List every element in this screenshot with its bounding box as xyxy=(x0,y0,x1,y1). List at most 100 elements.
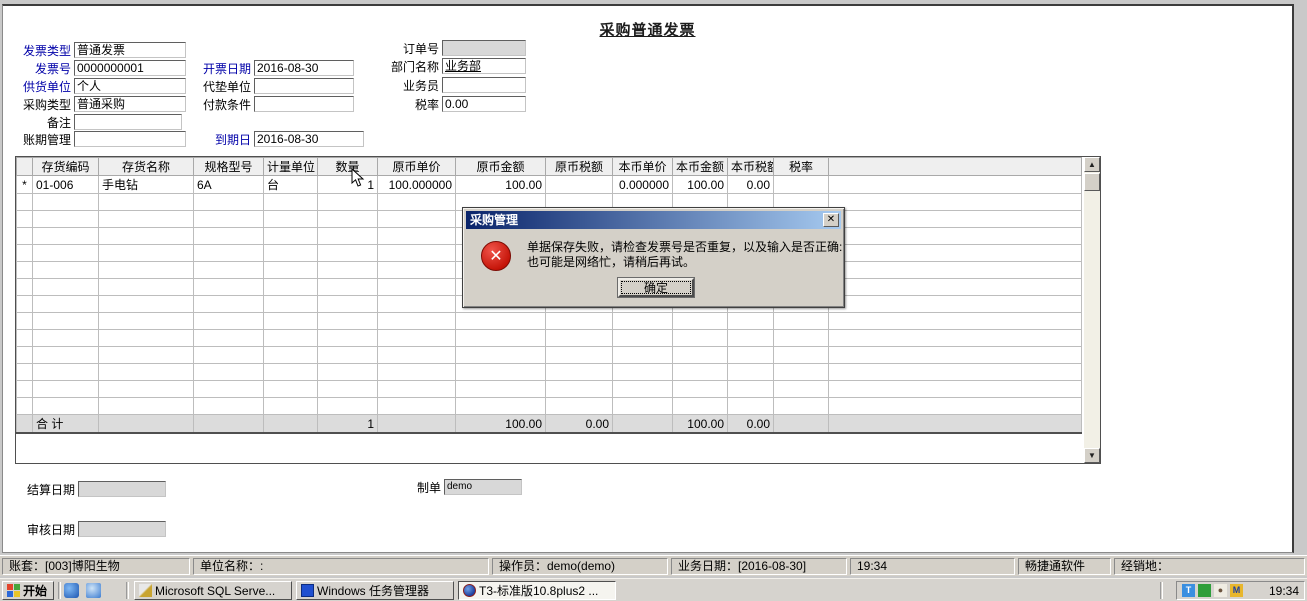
grid-cell[interactable] xyxy=(99,194,194,211)
ok-button[interactable]: 确定 xyxy=(618,278,694,297)
grid-cell[interactable] xyxy=(546,176,613,194)
grid-cell[interactable] xyxy=(33,262,99,279)
grid-cell[interactable] xyxy=(318,347,378,364)
grid-cell[interactable] xyxy=(546,364,613,381)
dialog-titlebar[interactable]: 采购管理 ✕ xyxy=(466,211,841,229)
grid-cell[interactable] xyxy=(17,296,33,313)
grid-cell[interactable] xyxy=(456,330,546,347)
grid-cell[interactable] xyxy=(264,313,318,330)
agency-unit-input[interactable] xyxy=(254,78,354,94)
grid-cell[interactable] xyxy=(264,330,318,347)
grid-cell[interactable] xyxy=(378,228,456,245)
task-sql-server[interactable]: Microsoft SQL Serve... xyxy=(134,581,292,600)
grid-cell[interactable] xyxy=(613,330,673,347)
grid-cell[interactable] xyxy=(33,330,99,347)
grid-cell[interactable] xyxy=(194,347,264,364)
grid-cell[interactable] xyxy=(33,364,99,381)
grid-cell[interactable] xyxy=(378,262,456,279)
grid-cell[interactable] xyxy=(728,347,774,364)
grid-cell[interactable] xyxy=(456,313,546,330)
grid-cell[interactable]: 台 xyxy=(264,176,318,194)
grid-cell[interactable]: 1 xyxy=(318,176,378,194)
grid-cell[interactable] xyxy=(378,398,456,415)
grid-cell[interactable]: 0.000000 xyxy=(613,176,673,194)
department-input[interactable]: 业务部 xyxy=(442,58,526,74)
grid-cell[interactable] xyxy=(546,313,613,330)
close-icon[interactable]: ✕ xyxy=(823,213,839,227)
start-button[interactable]: 开始 xyxy=(2,581,54,600)
grid-cell[interactable] xyxy=(33,194,99,211)
grid-cell[interactable] xyxy=(194,262,264,279)
tray-t-icon[interactable]: T xyxy=(1182,584,1195,597)
grid-cell[interactable] xyxy=(99,313,194,330)
grid-cell[interactable]: 6A xyxy=(194,176,264,194)
grid-cell[interactable] xyxy=(378,381,456,398)
vertical-scrollbar[interactable]: ▲ ▼ xyxy=(1084,157,1100,463)
grid-cell[interactable] xyxy=(378,347,456,364)
task-t3-app[interactable]: T3-标准版10.8plus2 ... xyxy=(458,581,616,600)
grid-cell[interactable] xyxy=(194,398,264,415)
grid-cell[interactable] xyxy=(33,296,99,313)
grid-cell[interactable] xyxy=(673,347,728,364)
grid-cell[interactable] xyxy=(17,262,33,279)
grid-cell[interactable] xyxy=(17,228,33,245)
grid-cell[interactable] xyxy=(829,279,1082,296)
grid-cell[interactable] xyxy=(99,211,194,228)
grid-cell[interactable]: * xyxy=(17,176,33,194)
grid-cell[interactable] xyxy=(17,313,33,330)
grid-cell[interactable] xyxy=(318,245,378,262)
grid-cell[interactable] xyxy=(673,398,728,415)
grid-cell[interactable] xyxy=(728,398,774,415)
grid-cell[interactable] xyxy=(318,296,378,313)
credit-period-input[interactable] xyxy=(74,131,186,147)
scrollbar-thumb[interactable] xyxy=(1084,173,1100,191)
grid-cell[interactable] xyxy=(194,279,264,296)
tax-rate-input[interactable]: 0.00 xyxy=(442,96,526,112)
grid-cell[interactable] xyxy=(33,245,99,262)
grid-cell[interactable] xyxy=(264,381,318,398)
grid-cell[interactable] xyxy=(318,228,378,245)
grid-cell[interactable] xyxy=(774,347,829,364)
grid-cell[interactable]: 手电钻 xyxy=(99,176,194,194)
grid-cell[interactable] xyxy=(33,228,99,245)
grid-cell[interactable] xyxy=(829,381,1082,398)
due-date-input[interactable]: 2016-08-30 xyxy=(254,131,364,147)
grid-cell[interactable] xyxy=(728,364,774,381)
grid-cell[interactable] xyxy=(264,398,318,415)
scroll-down-icon[interactable]: ▼ xyxy=(1084,448,1100,463)
grid-cell[interactable] xyxy=(264,228,318,245)
grid-cell[interactable] xyxy=(194,211,264,228)
purchase-type-input[interactable]: 普通采购 xyxy=(74,96,186,112)
grid-cell[interactable]: 100.00 xyxy=(456,176,546,194)
grid-cell[interactable] xyxy=(318,279,378,296)
grid-cell[interactable] xyxy=(546,381,613,398)
grid-cell[interactable] xyxy=(829,313,1082,330)
grid-cell[interactable] xyxy=(194,364,264,381)
grid-cell[interactable]: 100.000000 xyxy=(378,176,456,194)
grid-cell[interactable] xyxy=(17,381,33,398)
tray-user-icon[interactable]: ● xyxy=(1214,584,1227,597)
salesman-input[interactable] xyxy=(442,77,526,93)
grid-cell[interactable] xyxy=(829,262,1082,279)
grid-cell[interactable] xyxy=(613,364,673,381)
grid-cell[interactable] xyxy=(378,313,456,330)
grid-cell[interactable] xyxy=(546,330,613,347)
grid-cell[interactable] xyxy=(774,313,829,330)
grid-cell[interactable] xyxy=(99,279,194,296)
grid-cell[interactable] xyxy=(33,279,99,296)
grid-cell[interactable] xyxy=(318,398,378,415)
grid-cell[interactable] xyxy=(33,313,99,330)
tray-green-icon[interactable] xyxy=(1198,584,1211,597)
scroll-up-icon[interactable]: ▲ xyxy=(1084,157,1100,172)
task-task-manager[interactable]: Windows 任务管理器 xyxy=(296,581,454,600)
grid-cell[interactable] xyxy=(194,194,264,211)
grid-cell[interactable] xyxy=(673,381,728,398)
grid-cell[interactable] xyxy=(99,381,194,398)
grid-cell[interactable] xyxy=(99,228,194,245)
grid-cell[interactable] xyxy=(728,381,774,398)
grid-cell[interactable] xyxy=(318,364,378,381)
grid-cell[interactable] xyxy=(264,296,318,313)
grid-cell[interactable] xyxy=(33,211,99,228)
grid-cell[interactable] xyxy=(829,296,1082,313)
tray-m-icon[interactable]: M xyxy=(1230,584,1243,597)
